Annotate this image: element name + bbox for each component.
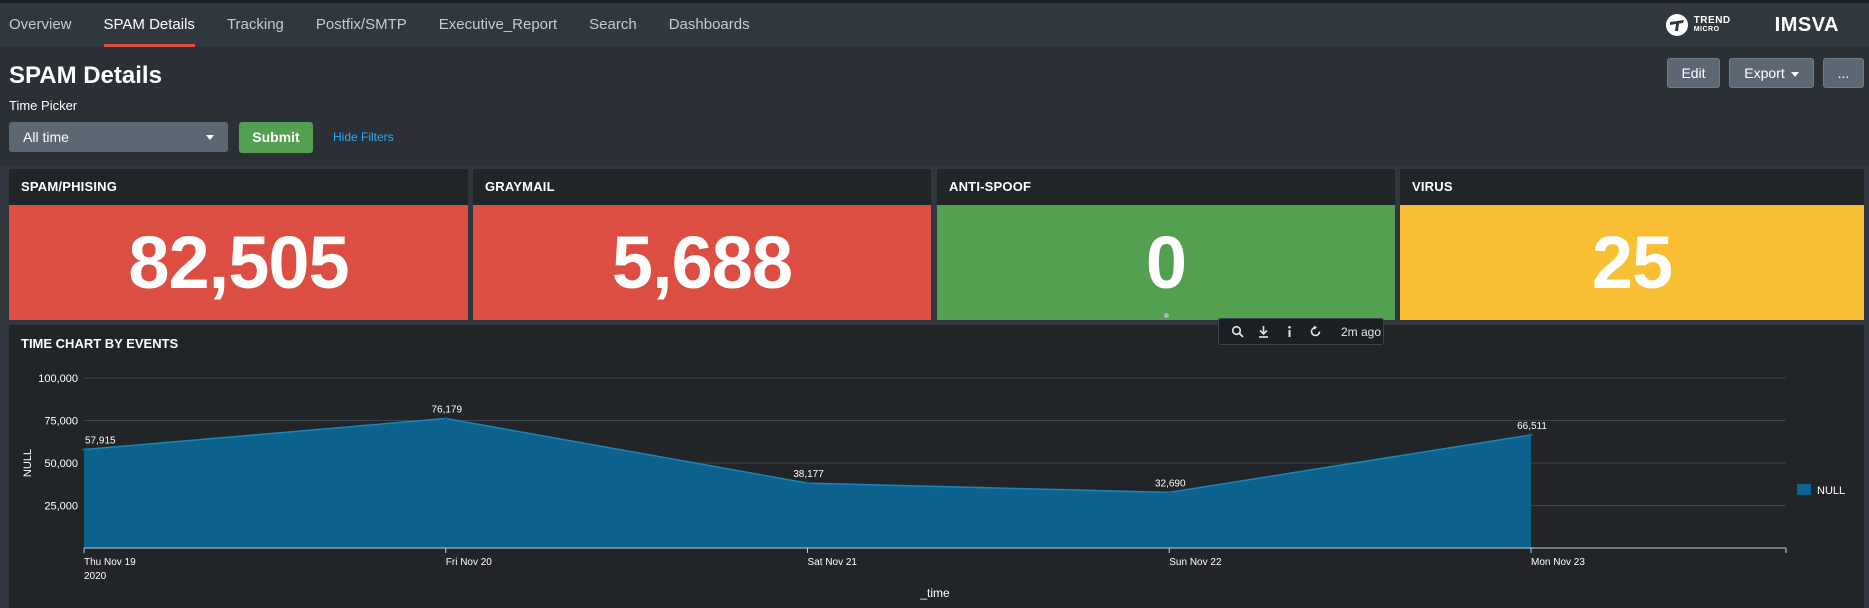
panel-value-virus: 25: [1400, 205, 1864, 320]
trend-micro-logo-icon: [1665, 14, 1688, 36]
panel-value-graymail: 5,688: [473, 205, 931, 320]
download-icon[interactable]: [1257, 325, 1270, 338]
trend-micro-logo: TREND MICRO: [1665, 13, 1731, 37]
nav-tracking[interactable]: Tracking: [218, 3, 300, 47]
last-refresh-time: 2m ago: [1341, 324, 1382, 339]
brand-area: TREND MICRO IMSVA: [1665, 3, 1839, 47]
panel-toolbar: 2m ago: [1218, 318, 1384, 345]
more-button[interactable]: ...: [1823, 58, 1864, 88]
info-icon[interactable]: [1283, 325, 1296, 338]
nav-search[interactable]: Search: [580, 3, 653, 47]
product-name: IMSVA: [1774, 13, 1839, 36]
chevron-down-icon: [206, 135, 214, 140]
nav-postfix-smtp[interactable]: Postfix/SMTP: [307, 3, 423, 47]
app-bar: Overview SPAM Details Tracking Postfix/S…: [0, 0, 1869, 47]
panel-indicator-dot: [1164, 313, 1169, 318]
main-nav: Overview SPAM Details Tracking Postfix/S…: [0, 3, 773, 47]
nav-dashboards[interactable]: Dashboards: [660, 3, 766, 47]
panel-value-spam: 82,505: [9, 205, 468, 320]
panel-title-spam: SPAM/PHISING: [9, 169, 468, 205]
nav-spam-details[interactable]: SPAM Details: [95, 3, 211, 47]
nav-executive-report[interactable]: Executive_Report: [430, 3, 573, 47]
time-picker-select[interactable]: All time: [9, 122, 228, 152]
chevron-down-icon: [1790, 71, 1799, 77]
time-chart-panel: [9, 325, 1864, 608]
export-button[interactable]: Export: [1729, 58, 1814, 88]
panel-title-virus: VIRUS: [1400, 169, 1864, 205]
export-label: Export: [1744, 65, 1785, 81]
chart-title: TIME CHART BY EVENTS: [21, 336, 179, 351]
trend-logo-text-1: TREND: [1693, 15, 1731, 26]
search-icon[interactable]: [1231, 325, 1244, 338]
trend-logo-text-2: MICRO: [1693, 26, 1720, 33]
hide-filters-link[interactable]: Hide Filters: [333, 130, 394, 144]
panel-value-anti-spoof: 0: [937, 205, 1395, 320]
refresh-icon[interactable]: [1309, 325, 1322, 338]
panel-title-graymail: GRAYMAIL: [473, 169, 931, 205]
time-picker-value: All time: [23, 129, 69, 145]
submit-button[interactable]: Submit: [239, 122, 313, 153]
time-picker-label: Time Picker: [9, 98, 78, 113]
edit-button[interactable]: Edit: [1667, 58, 1720, 88]
nav-overview[interactable]: Overview: [0, 3, 88, 47]
panel-title-anti-spoof: ANTI-SPOOF: [937, 169, 1395, 205]
page-title: SPAM Details: [9, 62, 162, 89]
